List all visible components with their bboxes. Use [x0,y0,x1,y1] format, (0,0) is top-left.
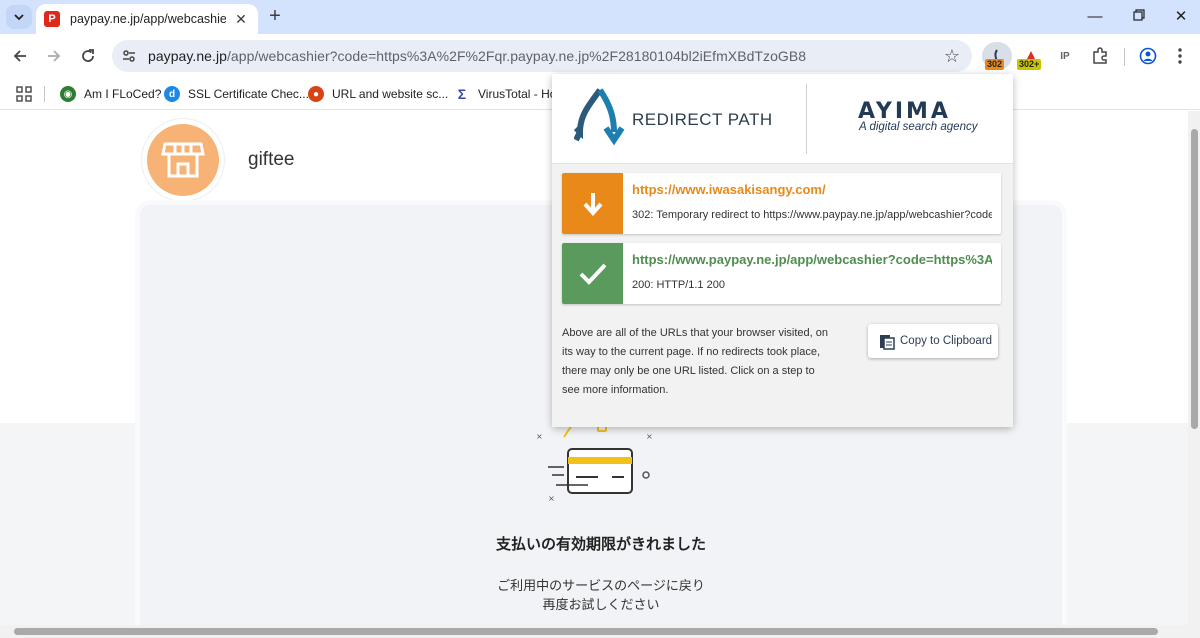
restore-button[interactable] [1122,5,1156,29]
redirect-path-extension-button[interactable]: 302 [982,42,1012,70]
bookmark-item[interactable]: d SSL Certificate Chec... [164,84,309,104]
error-title: 支払いの有効期限がきれました [495,535,706,553]
tab-title: paypay.ne.jp/app/webcashier?code=https%3… [70,12,226,26]
shop-avatar-fill [147,124,219,196]
copy-button-label: Copy to Clipboard [900,335,993,347]
horizontal-scrollbar-thumb[interactable] [14,628,1158,635]
bookmark-item[interactable]: Σ VirusTotal - Hor [454,84,554,104]
scanner-icon: ● [308,86,324,102]
url-host: paypay.ne.jp [148,48,227,64]
bookmark-item[interactable]: ● URL and website sc... [308,84,448,104]
bookmark-label: SSL Certificate Chec... [188,87,309,101]
error-message-line: 再度お試しください [542,598,660,613]
redirect-path-brand: REDIRECT PATH [632,110,773,129]
popup-header: REDIRECT PATH AYIMA A digital search age… [552,74,1013,164]
more-vert-icon [1178,48,1182,64]
reload-button[interactable] [74,42,102,70]
ip-label: IP [1060,50,1070,62]
hop-url[interactable]: https://www.paypay.ne.jp/app/webcashier?… [632,252,992,267]
toolbar-separator [1124,48,1125,66]
chevron-down-icon [14,14,24,21]
error-message-line: ご利用中のサービスのページに戻り [497,579,705,594]
redirect-arrow-icon [562,173,623,234]
address-bar[interactable]: paypay.ne.jp/app/webcashier?code=https%3… [112,40,972,72]
popup-description: Above are all of the URLs that your brow… [562,327,828,396]
bookmark-label: VirusTotal - Hor [478,87,554,101]
redirect-hop-2[interactable]: https://www.paypay.ne.jp/app/webcashier?… [562,243,1001,304]
redirect-count-badge: 302+ [1017,59,1042,70]
svg-text:×: × [646,432,653,441]
apps-button[interactable] [16,84,32,104]
d-icon: d [164,86,180,102]
vertical-scrollbar-thumb[interactable] [1191,129,1198,429]
store-icon [161,142,205,178]
vertical-scrollbar[interactable] [1188,111,1200,625]
ip-extension-button[interactable]: IP [1052,42,1078,70]
browser-toolbar: paypay.ne.jp/app/webcashier?code=https%3… [0,34,1200,78]
forward-arrow-icon [48,50,61,62]
url-text[interactable]: paypay.ne.jp/app/webcashier?code=https%3… [148,48,806,64]
site-info-button[interactable] [114,41,144,71]
close-window-button[interactable]: ✕ [1164,5,1198,29]
bookmark-star-icon[interactable]: ☆ [944,46,960,67]
redirect-path-popup: REDIRECT PATH AYIMA A digital search age… [552,74,1013,427]
back-button[interactable] [6,42,34,70]
horizontal-scrollbar[interactable] [0,625,1200,638]
redirect-path-logo-icon [574,88,625,146]
copy-to-clipboard-button[interactable]: Copy to Clipboard [868,324,998,358]
virustotal-icon: Σ [457,86,467,102]
shop-name: giftee [248,149,295,170]
bookmark-item[interactable]: ◉ Am I FLoCed? [60,84,161,104]
svg-text:×: × [536,432,543,441]
extensions-menu-button[interactable] [1086,42,1114,70]
browser-menu-button[interactable] [1168,42,1192,70]
popup-body: https://www.iwasakisangy.com/ 302: Tempo… [552,164,1013,427]
back-arrow-icon [13,50,26,62]
hop-url[interactable]: https://www.iwasakisangy.com/ [632,182,992,197]
redirect-status-badge: 302 [985,59,1005,70]
bookmark-label: Am I FLoCed? [84,87,162,101]
checkmark-icon [562,243,623,304]
paypay-favicon-icon: P [44,11,60,27]
minimize-button[interactable]: — [1078,5,1112,29]
active-tab[interactable]: P paypay.ne.jp/app/webcashier?code=https… [36,4,258,34]
expired-card-illustration: × × × [536,419,653,503]
clipboard-icon [880,335,895,350]
tune-icon [123,50,135,62]
hop-status: 302: Temporary redirect to https://www.p… [632,209,992,221]
error-message: ご利用中のサービスのページに戻り 再度お試しください [140,577,1062,615]
shop-avatar [142,119,224,201]
redirect-hop-1[interactable]: https://www.iwasakisangy.com/ 302: Tempo… [562,173,1001,234]
close-tab-icon[interactable]: ✕ [232,11,250,28]
new-tab-button[interactable]: + [264,5,286,27]
header-divider [806,84,807,154]
svg-text:×: × [548,494,555,503]
profile-avatar-icon [1139,47,1157,65]
profile-button[interactable] [1134,42,1162,70]
tab-strip: P paypay.ne.jp/app/webcashier?code=https… [0,0,1200,34]
bookmarks-separator [44,86,45,102]
bookmark-label: URL and website sc... [332,87,449,101]
eye-icon: ◉ [60,86,76,102]
apps-grid-icon [16,86,32,102]
hop-status: 200: HTTP/1.1 200 [632,279,725,291]
reload-icon [82,49,94,62]
forward-button[interactable] [40,42,68,70]
restore-icon [1133,9,1145,21]
link-redirect-trace-extension-button[interactable]: 302+ [1016,42,1046,70]
tab-search-button[interactable] [6,5,32,29]
url-path: /app/webcashier?code=https%3A%2F%2Fqr.pa… [226,48,807,64]
ayima-tagline: A digital search agency [859,121,978,133]
puzzle-icon [1093,47,1107,64]
